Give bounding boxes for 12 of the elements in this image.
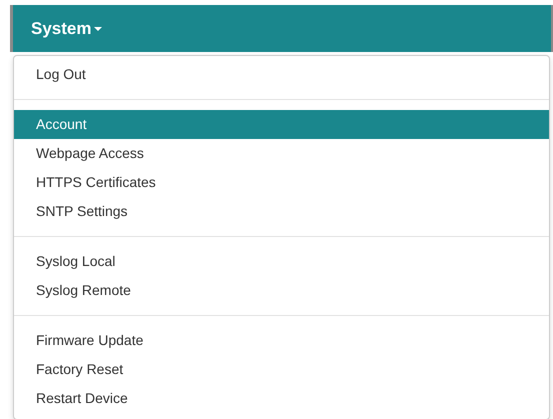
menu-item[interactable]: Restart Device	[14, 384, 549, 413]
menu-item[interactable]: HTTPS Certificates	[14, 168, 549, 197]
menu-item[interactable]: SNTP Settings	[14, 197, 549, 226]
caret-icon	[94, 26, 102, 30]
menu-item[interactable]: Firmware Update	[14, 326, 549, 355]
menu-item[interactable]: Webpage Access	[14, 139, 549, 168]
menu-item[interactable]: Syslog Local	[14, 247, 549, 276]
menu-item[interactable]: Account	[14, 110, 549, 139]
menu-item[interactable]: Factory Reset	[14, 355, 549, 384]
menu-item[interactable]: Log Out	[14, 60, 549, 89]
system-menu-button[interactable]: System	[31, 16, 102, 40]
menu-item[interactable]: Syslog Remote	[14, 276, 549, 305]
